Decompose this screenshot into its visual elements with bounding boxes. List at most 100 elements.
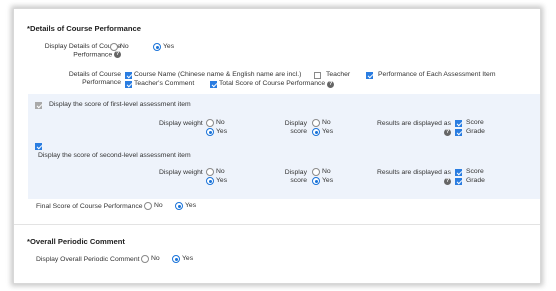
- first-level-toggle[interactable]: Display the score of first-level assessm…: [35, 101, 191, 109]
- first-weight-label: Display weight: [159, 120, 203, 127]
- teacher-comment-checkbox[interactable]: [125, 80, 132, 88]
- second-score-no-option[interactable]: No: [312, 168, 331, 176]
- first-level-checkbox[interactable]: [35, 101, 42, 109]
- display-details-label-line2: Performance ?: [45, 51, 121, 59]
- second-weight-yes-radio[interactable]: [206, 177, 214, 185]
- final-score-yes-option[interactable]: Yes: [175, 202, 196, 210]
- item-course-name[interactable]: Course Name (Chinese name & English name…: [125, 71, 301, 79]
- second-results-help: ?: [377, 178, 451, 186]
- second-level-toggle[interactable]: [35, 143, 42, 150]
- second-level-label: Display the score of second-level assess…: [38, 152, 191, 159]
- periodic-no-radio[interactable]: [141, 255, 149, 263]
- first-score-yes-radio[interactable]: [312, 128, 320, 136]
- settings-panel: *Details of Course Performance Display D…: [13, 8, 541, 284]
- display-details-no-radio[interactable]: [110, 43, 118, 51]
- display-details-no-label: No: [120, 43, 129, 50]
- question-mark-icon[interactable]: ?: [327, 80, 335, 88]
- first-result-grade-checkbox[interactable]: [455, 128, 462, 136]
- details-section-title: *Details of Course Performance: [27, 24, 141, 33]
- final-score-no-label: No: [154, 202, 163, 209]
- first-result-grade-option[interactable]: Grade: [455, 128, 485, 136]
- item-teacher[interactable]: Teacher: [314, 71, 350, 79]
- question-mark-icon[interactable]: ?: [444, 178, 451, 185]
- display-details-yes-radio[interactable]: [153, 43, 161, 51]
- first-result-score-option[interactable]: Score: [455, 119, 484, 127]
- details-items-label-line2: Performance: [82, 79, 121, 86]
- second-score-yes-radio[interactable]: [312, 177, 320, 185]
- periodic-yes-option[interactable]: Yes: [172, 255, 193, 263]
- first-score-no-option[interactable]: No: [312, 119, 331, 127]
- second-score-label-line1: Display: [284, 169, 307, 176]
- teacher-label: Teacher: [326, 71, 351, 78]
- second-score-yes-label: Yes: [322, 177, 334, 184]
- item-each-assessment[interactable]: Performance of Each Assessment Item: [366, 71, 496, 79]
- second-weight-yes-label: Yes: [216, 177, 228, 184]
- first-weight-yes-label: Yes: [216, 128, 228, 135]
- first-score-no-label: No: [322, 119, 331, 126]
- second-results-label-text: Results are displayed as: [376, 169, 451, 176]
- total-score-checkbox[interactable]: [210, 80, 217, 88]
- first-score-label-line2: score: [290, 128, 307, 135]
- second-score-no-label: No: [322, 168, 331, 175]
- course-name-checkbox[interactable]: [125, 71, 132, 79]
- first-weight-yes-radio[interactable]: [206, 128, 214, 136]
- display-details-yes-option[interactable]: Yes: [153, 43, 174, 51]
- first-score-yes-option[interactable]: Yes: [312, 128, 333, 136]
- second-weight-no-label: No: [216, 168, 225, 175]
- final-score-label: Final Score of Course Performance: [36, 203, 143, 210]
- details-items-label-line1: Details of Course: [68, 71, 121, 78]
- periodic-comment-label: Display Overall Periodic Comment: [36, 256, 140, 263]
- display-details-yes-label: Yes: [163, 43, 175, 50]
- periodic-yes-label: Yes: [182, 255, 194, 262]
- periodic-section-title: *Overall Periodic Comment: [27, 237, 125, 246]
- first-level-label: Display the score of first-level assessm…: [49, 101, 191, 108]
- periodic-no-option[interactable]: No: [141, 255, 160, 263]
- second-results-label: Results are displayed as ?: [377, 169, 451, 186]
- course-name-label: Course Name (Chinese name & English name…: [134, 71, 302, 78]
- teacher-checkbox[interactable]: [314, 71, 321, 79]
- second-weight-no-option[interactable]: No: [206, 168, 225, 176]
- first-weight-yes-option[interactable]: Yes: [206, 128, 227, 136]
- second-score-label: Display score: [285, 169, 307, 185]
- total-score-label: Total Score of Course Performance: [219, 80, 326, 87]
- second-result-score-checkbox[interactable]: [455, 168, 462, 176]
- final-score-yes-radio[interactable]: [175, 202, 183, 210]
- first-score-label: Display score: [285, 120, 307, 136]
- second-weight-yes-option[interactable]: Yes: [206, 177, 227, 185]
- each-assessment-checkbox[interactable]: [366, 71, 373, 79]
- first-results-help: ?: [377, 129, 451, 137]
- first-results-label-text: Results are displayed as: [376, 120, 451, 127]
- second-level-checkbox[interactable]: [35, 143, 42, 150]
- question-mark-icon[interactable]: ?: [114, 51, 121, 58]
- display-details-no-option[interactable]: No: [110, 43, 129, 51]
- second-score-yes-option[interactable]: Yes: [312, 177, 333, 185]
- first-score-yes-label: Yes: [322, 128, 334, 135]
- details-items-label: Details of Course Performance: [69, 71, 121, 87]
- first-weight-no-label: No: [216, 119, 225, 126]
- question-mark-icon[interactable]: ?: [444, 129, 451, 136]
- second-result-grade-checkbox[interactable]: [455, 177, 462, 185]
- second-score-no-radio[interactable]: [312, 168, 320, 176]
- final-score-no-option[interactable]: No: [144, 202, 163, 210]
- second-result-score-option[interactable]: Score: [455, 168, 484, 176]
- final-score-no-radio[interactable]: [144, 202, 152, 210]
- periodic-yes-radio[interactable]: [172, 255, 180, 263]
- each-assessment-label: Performance of Each Assessment Item: [378, 71, 496, 78]
- section-divider: [14, 224, 540, 225]
- final-score-yes-label: Yes: [185, 202, 197, 209]
- first-result-score-checkbox[interactable]: [455, 119, 462, 127]
- display-details-label-text2: Performance: [73, 51, 113, 59]
- first-results-label: Results are displayed as ?: [377, 120, 451, 137]
- item-total-score[interactable]: Total Score of Course Performance ?: [210, 80, 335, 88]
- second-result-grade-option[interactable]: Grade: [455, 177, 485, 185]
- second-weight-no-radio[interactable]: [206, 168, 214, 176]
- item-teacher-comment[interactable]: Teacher's Comment: [125, 80, 194, 88]
- first-weight-no-radio[interactable]: [206, 119, 214, 127]
- second-weight-label: Display weight: [159, 169, 203, 176]
- first-weight-no-option[interactable]: No: [206, 119, 225, 127]
- second-result-grade-label: Grade: [466, 177, 485, 184]
- first-result-score-label: Score: [466, 119, 484, 126]
- periodic-no-label: No: [151, 255, 160, 262]
- first-score-no-radio[interactable]: [312, 119, 320, 127]
- teacher-comment-label: Teacher's Comment: [134, 80, 195, 87]
